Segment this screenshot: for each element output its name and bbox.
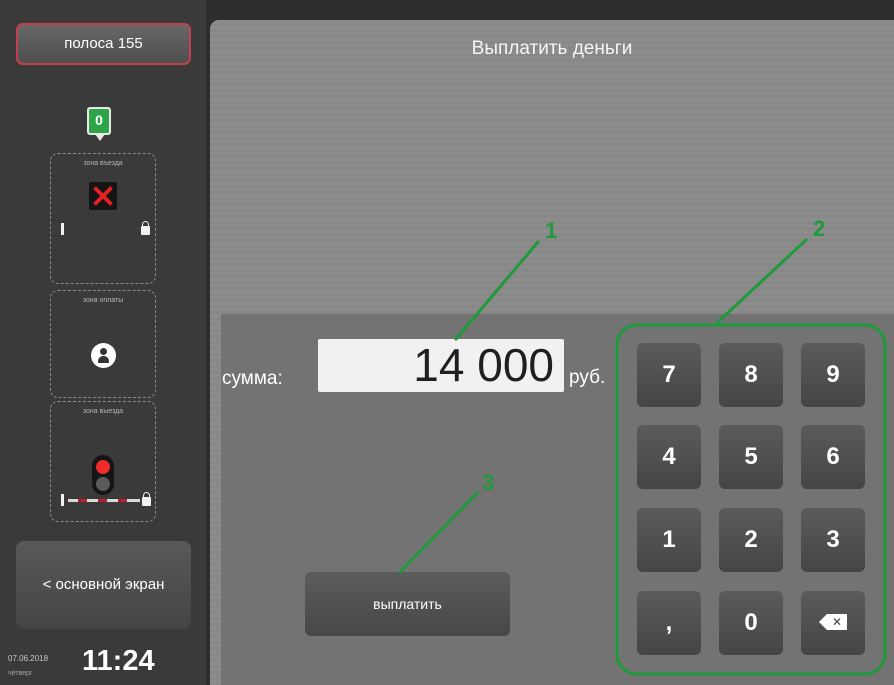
main-screen-button[interactable]: < основной экран	[16, 541, 191, 629]
clock: 11:24	[82, 645, 155, 677]
key-8[interactable]: 8	[719, 343, 783, 407]
key-6[interactable]: 6	[801, 425, 865, 489]
traffic-light-icon	[92, 455, 114, 495]
barrier-lock-icon	[141, 221, 150, 235]
amount-input[interactable]: 14 000	[318, 339, 564, 392]
payment-zone[interactable]: зона оплаты	[50, 290, 156, 398]
barrier-post-icon	[61, 223, 64, 235]
weekday-label: четверг	[8, 670, 33, 677]
barrier-lock-icon	[142, 492, 151, 506]
entry-zone[interactable]: зона въезда	[50, 153, 156, 284]
exit-zone[interactable]: зона выезда	[50, 401, 156, 522]
key-comma[interactable]: ,	[637, 591, 701, 655]
key-3[interactable]: 3	[801, 508, 865, 572]
exit-zone-label: зона выезда	[82, 408, 124, 415]
key-1[interactable]: 1	[637, 508, 701, 572]
barrier-arm-icon	[68, 499, 140, 502]
key-5[interactable]: 5	[719, 425, 783, 489]
key-0[interactable]: 0	[719, 591, 783, 655]
key-7[interactable]: 7	[637, 343, 701, 407]
backspace-icon	[819, 613, 847, 630]
sidebar: полоса 155 0 зона въезда зона оплаты зон…	[0, 0, 206, 685]
entry-zone-label: зона въезда	[83, 160, 123, 167]
key-4[interactable]: 4	[637, 425, 701, 489]
date-label: 07.06.2018	[8, 654, 49, 663]
payment-zone-label: зона оплаты	[82, 297, 124, 304]
entry-forbidden-signal-icon	[89, 182, 117, 210]
backspace-button[interactable]	[801, 591, 865, 655]
person-icon	[91, 343, 116, 368]
currency-label: руб.	[569, 367, 606, 388]
key-9[interactable]: 9	[801, 343, 865, 407]
amount-label: сумма:	[222, 368, 283, 389]
page-title: Выплатить деньги	[471, 38, 633, 59]
traffic-light-off-lamp	[96, 477, 110, 491]
vehicle-counter-badge: 0	[87, 107, 111, 141]
payout-button[interactable]: выплатить	[305, 572, 510, 636]
barrier-post-icon	[61, 494, 64, 506]
key-2[interactable]: 2	[719, 508, 783, 572]
traffic-light-red-lamp	[96, 460, 110, 474]
lane-selector-button[interactable]: полоса 155	[16, 23, 191, 65]
